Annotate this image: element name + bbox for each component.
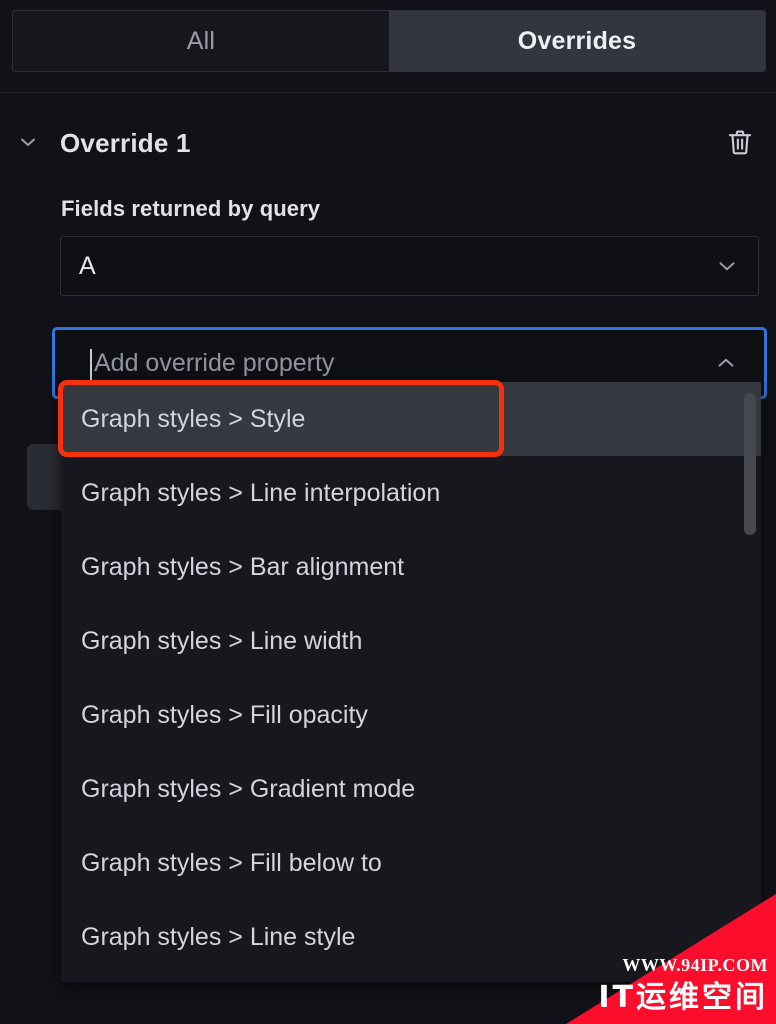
chevron-down-icon	[16, 130, 40, 157]
override-title: Override 1	[60, 127, 191, 158]
panel-root: All Overrides Override 1 Fields returned…	[0, 0, 776, 1024]
dropdown-option[interactable]: Graph styles > Style	[61, 382, 761, 456]
fields-returned-label: Fields returned by query	[61, 196, 321, 221]
collapse-toggle-button[interactable]	[8, 123, 48, 163]
dropdown-option[interactable]: Graph styles > Fill below to	[61, 826, 761, 900]
fields-returned-select[interactable]: A	[60, 236, 759, 296]
dropdown-option[interactable]: Graph styles > Line width	[61, 604, 761, 678]
override-property-dropdown[interactable]: Graph styles > Style Graph styles > Line…	[61, 382, 761, 982]
section-divider	[0, 92, 776, 93]
chevron-up-icon[interactable]	[713, 350, 739, 376]
fields-returned-value: A	[79, 251, 96, 280]
override-header: Override 1	[0, 118, 776, 168]
dropdown-scrollbar-thumb[interactable]	[744, 393, 756, 535]
trash-icon	[725, 127, 755, 160]
text-cursor	[90, 349, 92, 381]
dropdown-option[interactable]: Graph styles > Line interpolation	[61, 456, 761, 530]
delete-override-button[interactable]	[718, 121, 762, 165]
dropdown-option[interactable]: Graph styles > Bar alignment	[61, 530, 761, 604]
dropdown-option[interactable]: Graph styles > Fill opacity	[61, 678, 761, 752]
add-override-property-placeholder: Add override property	[94, 348, 335, 377]
tab-all[interactable]: All	[13, 11, 389, 71]
tab-overrides[interactable]: Overrides	[389, 11, 765, 71]
dropdown-option[interactable]: Graph styles > Line style	[61, 900, 761, 974]
dropdown-option[interactable]: Graph styles > Gradient mode	[61, 752, 761, 826]
options-tab-bar: All Overrides	[12, 10, 766, 72]
chevron-down-icon	[714, 253, 740, 279]
